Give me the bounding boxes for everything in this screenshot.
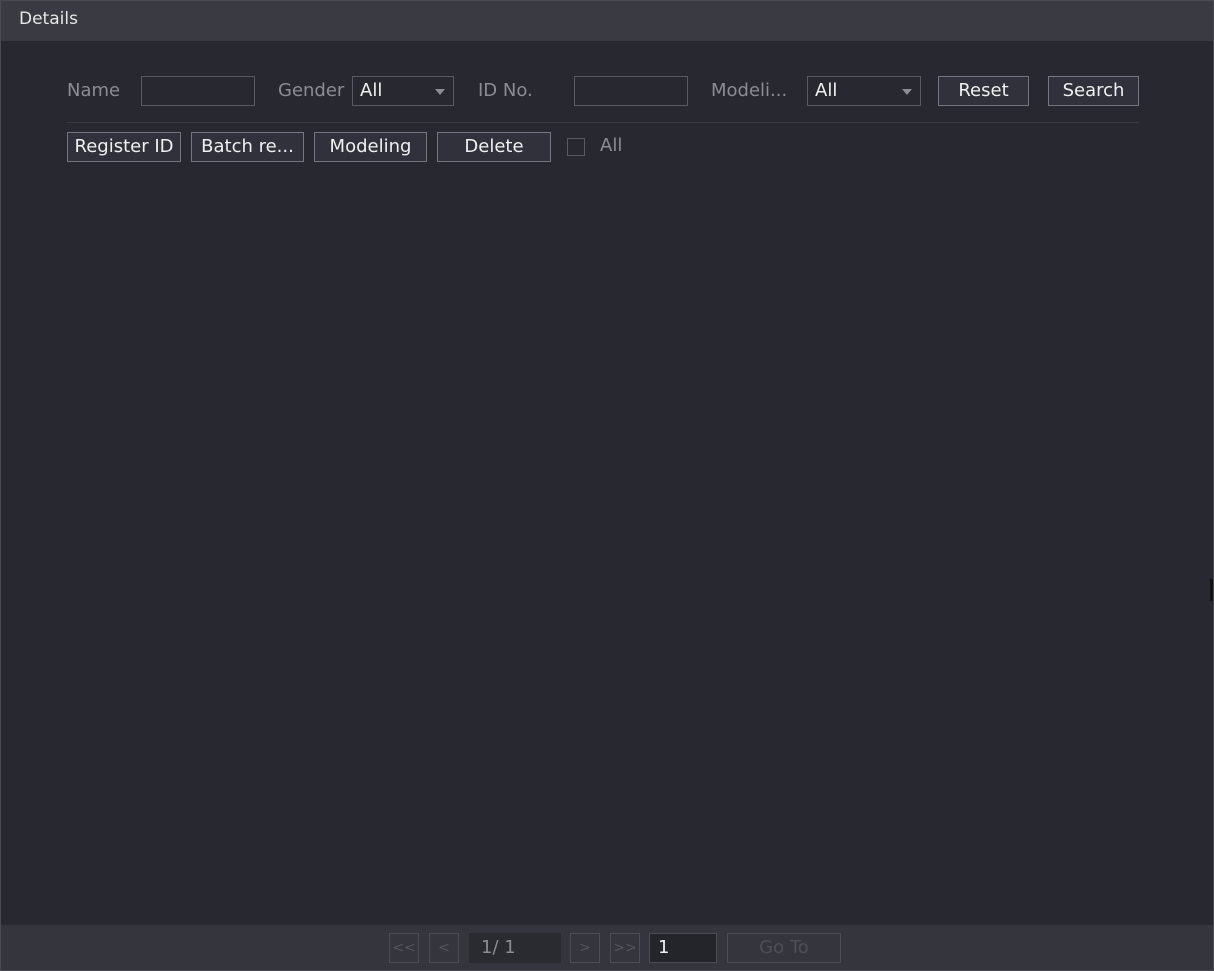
reset-button[interactable]: Reset [938, 76, 1029, 106]
goto-page-input[interactable]: 1 [649, 933, 717, 963]
gender-select[interactable]: All [352, 76, 454, 106]
chevron-down-icon [902, 89, 912, 95]
select-all-label: All [600, 135, 623, 156]
search-button[interactable]: Search [1048, 76, 1139, 106]
modeling-select-value: All [815, 80, 838, 101]
select-all-checkbox[interactable] [567, 138, 585, 156]
next-page-button[interactable]: > [570, 933, 600, 963]
pagination-bar: << < 1/ 1 > >> 1 Go To [1, 925, 1213, 970]
details-window: Details Name Gender All ID No. Modeli...… [0, 0, 1214, 971]
name-label: Name [67, 80, 121, 101]
goto-button[interactable]: Go To [727, 933, 841, 963]
delete-button[interactable]: Delete [437, 132, 551, 162]
id-no-input[interactable] [574, 76, 688, 106]
gender-select-value: All [360, 80, 383, 101]
first-page-button[interactable]: << [389, 933, 419, 963]
last-page-button[interactable]: >> [610, 933, 640, 963]
gender-label: Gender [278, 80, 345, 101]
name-input[interactable] [141, 76, 255, 106]
chevron-down-icon [435, 89, 445, 95]
register-id-button[interactable]: Register ID [67, 132, 181, 162]
page-indicator: 1/ 1 [469, 933, 561, 963]
modeling-button[interactable]: Modeling [314, 132, 427, 162]
id-no-label: ID No. [478, 80, 533, 101]
prev-page-button[interactable]: < [429, 933, 459, 963]
title-bar: Details [1, 1, 1213, 41]
divider [67, 122, 1139, 123]
batch-register-button[interactable]: Batch re... [191, 132, 304, 162]
edge-marker [1210, 579, 1213, 601]
modeling-select[interactable]: All [807, 76, 921, 106]
modeling-label: Modeli... [711, 80, 788, 101]
window-title: Details [19, 9, 78, 29]
